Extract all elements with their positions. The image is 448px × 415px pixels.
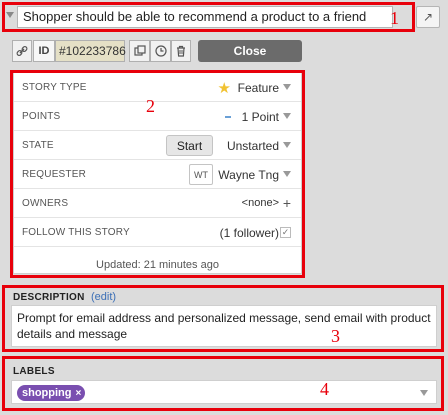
- chevron-down-icon[interactable]: [420, 390, 428, 396]
- clock-icon: [154, 45, 167, 57]
- owners-label: OWNERS: [22, 198, 69, 209]
- state-label: STATE: [22, 140, 54, 151]
- annotation-number-4: 4: [320, 379, 329, 399]
- clone-button[interactable]: [129, 40, 150, 62]
- label-chip-text: shopping: [22, 387, 72, 399]
- clone-icon: [133, 45, 146, 56]
- close-button[interactable]: Close: [198, 40, 302, 62]
- chevron-down-icon[interactable]: [283, 113, 291, 119]
- id-label: ID: [33, 40, 55, 62]
- requester-row[interactable]: REQUESTER WT Wayne Tng: [14, 160, 301, 189]
- avatar: WT: [189, 164, 213, 185]
- followers-link[interactable]: (1 follower): [220, 226, 279, 240]
- story-type-row[interactable]: STORY TYPE ★ Feature: [14, 73, 301, 102]
- chevron-down-icon[interactable]: [283, 84, 291, 90]
- owners-row: OWNERS <none> +: [14, 189, 301, 218]
- story-type-label: STORY TYPE: [22, 82, 87, 93]
- labels-input[interactable]: shopping ×: [11, 380, 437, 404]
- points-icon: [225, 116, 231, 118]
- start-button[interactable]: Start: [166, 135, 213, 156]
- follow-label: FOLLOW THIS STORY: [22, 227, 130, 238]
- description-text[interactable]: Prompt for email address and personalize…: [11, 305, 437, 347]
- expand-icon[interactable]: ↗: [416, 6, 440, 28]
- trash-icon: [177, 45, 185, 57]
- updated-timestamp: Updated: 21 minutes ago: [96, 259, 219, 271]
- collapse-toggle-icon[interactable]: [6, 11, 14, 19]
- link-icon: [16, 46, 28, 56]
- history-button[interactable]: [150, 40, 171, 62]
- requester-value[interactable]: Wayne Tng: [218, 168, 279, 182]
- points-label: POINTS: [22, 111, 61, 122]
- remove-label-icon[interactable]: ×: [76, 388, 82, 399]
- follow-row: FOLLOW THIS STORY (1 follower) ✓: [14, 218, 301, 247]
- labels-title: LABELS: [13, 366, 55, 377]
- star-icon: ★: [217, 80, 231, 97]
- description-title: DESCRIPTION: [13, 292, 85, 303]
- annotation-number-2: 2: [146, 96, 155, 116]
- story-id[interactable]: #102233786: [55, 40, 126, 62]
- points-row[interactable]: POINTS 1 Point: [14, 102, 301, 131]
- delete-button[interactable]: [171, 40, 191, 62]
- requester-label: REQUESTER: [22, 169, 87, 180]
- add-owner-icon[interactable]: +: [283, 195, 291, 211]
- story-details-panel: STORY TYPE ★ Feature POINTS 1 Point STAT…: [13, 72, 302, 274]
- chevron-down-icon[interactable]: [283, 142, 291, 148]
- follow-checkbox[interactable]: ✓: [280, 227, 291, 238]
- points-value[interactable]: 1 Point: [242, 110, 279, 124]
- story-title-input[interactable]: Shopper should be able to recommend a pr…: [17, 6, 393, 28]
- annotation-number-3: 3: [331, 326, 340, 346]
- copy-link-button[interactable]: [12, 40, 32, 62]
- annotation-number-1: 1: [390, 8, 399, 28]
- chevron-down-icon[interactable]: [283, 171, 291, 177]
- state-value[interactable]: Unstarted: [227, 139, 279, 153]
- state-row: STATE Start Unstarted: [14, 131, 301, 160]
- story-type-value[interactable]: Feature: [238, 81, 279, 95]
- label-chip[interactable]: shopping ×: [17, 385, 86, 401]
- owners-value: <none>: [241, 197, 279, 209]
- edit-description-link[interactable]: (edit): [91, 291, 116, 303]
